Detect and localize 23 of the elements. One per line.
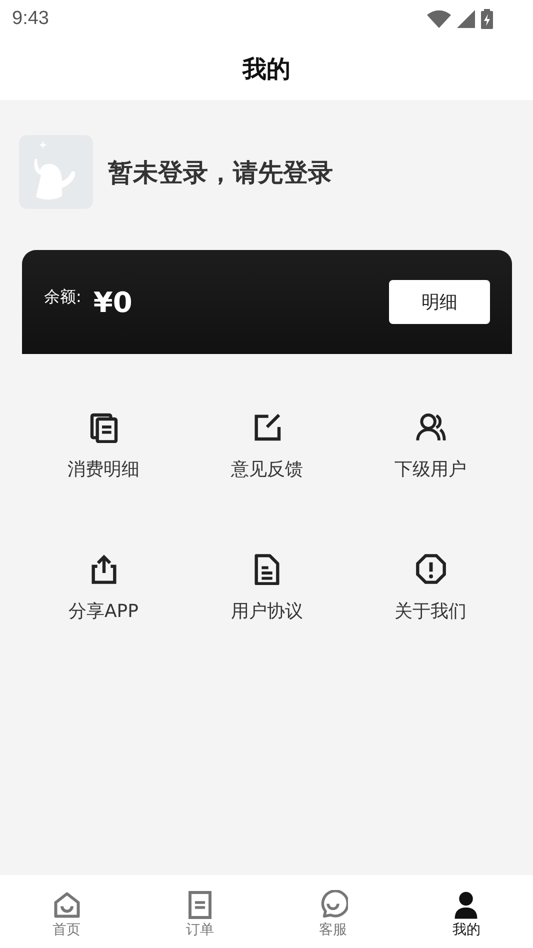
login-prompt[interactable]: 暂未登录，请先登录	[108, 156, 333, 188]
details-button[interactable]: 明细	[389, 280, 490, 324]
tab[interactable]: 首页	[0, 890, 134, 939]
wifi-icon	[427, 10, 451, 28]
menu-item[interactable]: 意见反馈	[231, 457, 303, 481]
status-time: 9:43	[12, 8, 49, 30]
menu-item[interactable]: 用户协议	[231, 599, 303, 623]
tab[interactable]: 我的	[400, 890, 533, 939]
tab[interactable]: 客服	[266, 890, 400, 939]
page-title: 我的	[242, 54, 290, 85]
alert-icon[interactable]	[414, 553, 446, 585]
balance-label: 余额:	[44, 286, 82, 308]
tab[interactable]: 订单	[133, 890, 266, 939]
users-icon[interactable]	[414, 411, 446, 443]
menu-item[interactable]: 消费明细	[68, 457, 140, 481]
signal-icon	[457, 10, 475, 28]
menu-item[interactable]: 下级用户	[394, 457, 466, 481]
documents-icon[interactable]	[88, 411, 120, 443]
balance-amount: ¥0	[93, 286, 134, 318]
home-icon	[52, 890, 82, 920]
battery-icon	[481, 9, 493, 29]
menu-item[interactable]: 分享APP	[68, 599, 139, 623]
menu-item[interactable]: 关于我们	[394, 599, 466, 623]
